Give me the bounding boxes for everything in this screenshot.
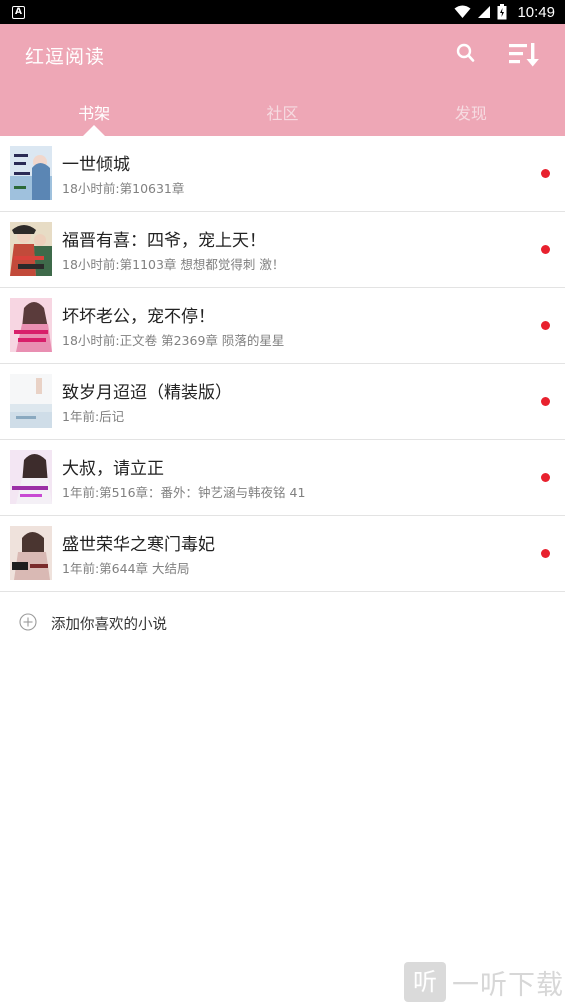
active-tab-indicator	[83, 125, 106, 136]
book-title: 福晋有喜：四爷，宠上天！	[62, 231, 266, 251]
tab-label: 发现	[454, 104, 487, 123]
book-title: 致岁月迢迢（精装版）	[62, 383, 232, 403]
status-time: 10:49	[517, 3, 555, 21]
plus-circle-icon	[19, 613, 37, 631]
add-book-label: 添加你喜欢的小说	[51, 617, 167, 633]
unread-dot	[541, 473, 550, 482]
book-title: 盛世荣华之寒门毒妃	[62, 535, 215, 555]
book-cover	[10, 146, 52, 200]
book-row[interactable]: 大叔，请立正 1年前:第516章：番外：钟艺涵与韩夜铭 41	[0, 440, 565, 516]
status-bar: A 10:49	[0, 0, 565, 24]
book-latest-chapter: 18小时前:第1103章 想想都觉得刺 激！	[62, 257, 285, 272]
watermark-logo: 听	[404, 962, 446, 1002]
tab-label: 书架	[78, 104, 111, 123]
bookshelf-list: 一世倾城 18小时前:第10631章 福晋有喜：四爷，宠上天！ 18小时前:第1…	[0, 136, 565, 650]
app-title: 红逗阅读	[25, 46, 106, 68]
book-cover	[10, 526, 52, 580]
notification-app-icon: A	[12, 5, 25, 19]
signal-icon	[478, 6, 491, 18]
app-header: 红逗阅读 书架 社区 发现	[0, 24, 565, 136]
unread-dot	[541, 549, 550, 558]
search-button[interactable]	[453, 41, 479, 67]
book-latest-chapter: 1年前:后记	[62, 409, 125, 424]
tab-bar: 书架 社区 发现	[0, 86, 565, 136]
unread-dot	[541, 397, 550, 406]
book-title: 一世倾城	[62, 155, 130, 175]
unread-dot	[541, 169, 550, 178]
book-latest-chapter: 1年前:第516章：番外：钟艺涵与韩夜铭 41	[62, 485, 306, 500]
book-cover	[10, 298, 52, 352]
book-row[interactable]: 福晋有喜：四爷，宠上天！ 18小时前:第1103章 想想都觉得刺 激！	[0, 212, 565, 288]
book-cover	[10, 222, 52, 276]
book-row[interactable]: 一世倾城 18小时前:第10631章	[0, 136, 565, 212]
book-title: 大叔，请立正	[62, 459, 164, 479]
book-latest-chapter: 1年前:第644章 大结局	[62, 561, 190, 576]
tab-label: 社区	[266, 104, 299, 123]
unread-dot	[541, 321, 550, 330]
tab-bookshelf[interactable]: 书架	[0, 86, 188, 136]
watermark: 听 一听下载	[404, 962, 564, 1002]
book-latest-chapter: 18小时前:正文卷 第2369章 陨落的星星	[62, 333, 285, 348]
book-title: 坏坏老公，宠不停！	[62, 307, 215, 327]
tab-community[interactable]: 社区	[188, 86, 376, 136]
book-cover	[10, 450, 52, 504]
book-row[interactable]: 盛世荣华之寒门毒妃 1年前:第644章 大结局	[0, 516, 565, 592]
book-latest-chapter: 18小时前:第10631章	[62, 181, 185, 196]
book-cover	[10, 374, 52, 428]
book-row[interactable]: 致岁月迢迢（精装版） 1年前:后记	[0, 364, 565, 440]
book-row[interactable]: 坏坏老公，宠不停！ 18小时前:正文卷 第2369章 陨落的星星	[0, 288, 565, 364]
sort-button[interactable]	[506, 40, 540, 70]
watermark-text: 一听下载	[452, 969, 564, 1001]
search-icon	[456, 43, 475, 62]
sort-icon	[509, 43, 539, 67]
unread-dot	[541, 245, 550, 254]
wifi-icon	[454, 5, 471, 18]
battery-icon	[497, 4, 507, 20]
tab-discover[interactable]: 发现	[377, 86, 565, 136]
add-book-button[interactable]: 添加你喜欢的小说	[0, 592, 565, 650]
